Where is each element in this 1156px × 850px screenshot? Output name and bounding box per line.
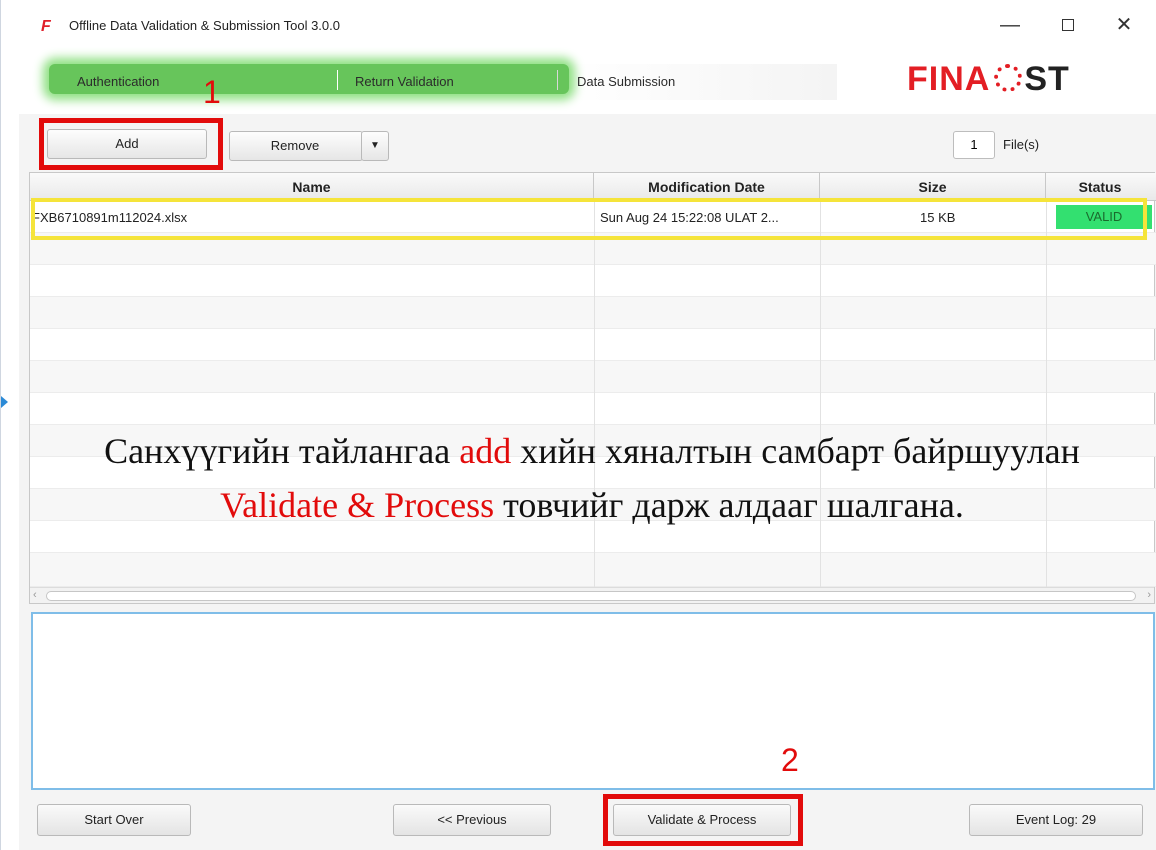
caption-text: товчийг дарж алдааг шалгана. bbox=[494, 485, 964, 525]
step-authentication[interactable]: Authentication bbox=[77, 74, 159, 89]
file-count-field: 1 bbox=[953, 131, 995, 159]
minimize-button[interactable]: — bbox=[993, 12, 1027, 38]
maximize-icon bbox=[1062, 19, 1074, 31]
column-header-size[interactable]: Size bbox=[820, 173, 1046, 201]
start-over-button[interactable]: Start Over bbox=[37, 804, 191, 836]
table-row-empty bbox=[30, 553, 1156, 587]
file-count-label: File(s) bbox=[1003, 137, 1040, 152]
step-divider bbox=[557, 70, 558, 90]
column-header-modification-date[interactable]: Modification Date bbox=[594, 173, 820, 201]
arrow-icon bbox=[1, 396, 8, 408]
logo-text-right: ST bbox=[1024, 60, 1070, 98]
caption-highlight-validate: Validate & Process bbox=[220, 485, 495, 525]
caption-highlight-add: add bbox=[459, 431, 512, 471]
wizard-steps: Authentication Return Validation Data Su… bbox=[19, 48, 1156, 114]
step-data-submission[interactable]: Data Submission bbox=[577, 74, 675, 89]
caption-text: хийн хяналтын самбарт байршуулан bbox=[511, 431, 1080, 471]
horizontal-scrollbar[interactable]: ‹ › bbox=[30, 587, 1154, 603]
table-row-empty bbox=[30, 393, 1156, 425]
table-row-empty bbox=[30, 265, 1156, 297]
scroll-left-icon[interactable]: ‹ bbox=[33, 589, 37, 601]
caption-text: Санхүүгийн тайлангаа bbox=[104, 431, 460, 471]
validate-highlight-annotation bbox=[603, 794, 803, 846]
instruction-caption: Санхүүгийн тайлангаа add хийн хяналтын с… bbox=[59, 424, 1125, 532]
scrollbar-thumb[interactable] bbox=[46, 591, 1136, 601]
step-divider bbox=[337, 70, 338, 90]
app-logo-icon: F bbox=[41, 18, 51, 35]
step-return-validation[interactable]: Return Validation bbox=[355, 74, 454, 89]
event-log-button[interactable]: Event Log: 29 bbox=[969, 804, 1143, 836]
table-row-empty bbox=[30, 361, 1156, 393]
remove-label: Remove bbox=[270, 138, 320, 153]
close-button[interactable]: ✕ bbox=[1107, 12, 1141, 38]
table-header: Name Modification Date Size Status bbox=[30, 173, 1156, 201]
title-bar: F Offline Data Validation & Submission T… bbox=[19, 0, 1156, 48]
step-marker-2: 2 bbox=[781, 742, 799, 778]
column-header-name[interactable]: Name bbox=[30, 173, 594, 201]
app-content: F Offline Data Validation & Submission T… bbox=[19, 0, 1156, 850]
maximize-button[interactable] bbox=[1051, 12, 1085, 38]
window-title: Offline Data Validation & Submission Too… bbox=[69, 18, 340, 33]
app-window: F Offline Data Validation & Submission T… bbox=[0, 0, 1156, 850]
background-window-edge bbox=[1, 0, 19, 850]
row-highlight-annotation bbox=[31, 198, 1147, 240]
log-area[interactable] bbox=[31, 612, 1155, 790]
remove-dropdown-button[interactable]: ▼ bbox=[361, 131, 389, 161]
previous-button[interactable]: << Previous bbox=[393, 804, 551, 836]
scroll-right-icon[interactable]: › bbox=[1147, 589, 1151, 601]
logo-dots-icon bbox=[994, 64, 1023, 93]
step-marker-1: 1 bbox=[203, 74, 221, 110]
chevron-down-icon: ▼ bbox=[370, 140, 380, 151]
column-header-status[interactable]: Status bbox=[1046, 173, 1154, 201]
fina-ost-logo: FINA ST bbox=[907, 60, 1070, 99]
remove-button[interactable]: Remove bbox=[229, 131, 363, 161]
logo-text-left: FINA bbox=[907, 60, 991, 98]
table-row-empty bbox=[30, 297, 1156, 329]
table-row-empty bbox=[30, 329, 1156, 361]
add-highlight-annotation bbox=[39, 118, 223, 170]
